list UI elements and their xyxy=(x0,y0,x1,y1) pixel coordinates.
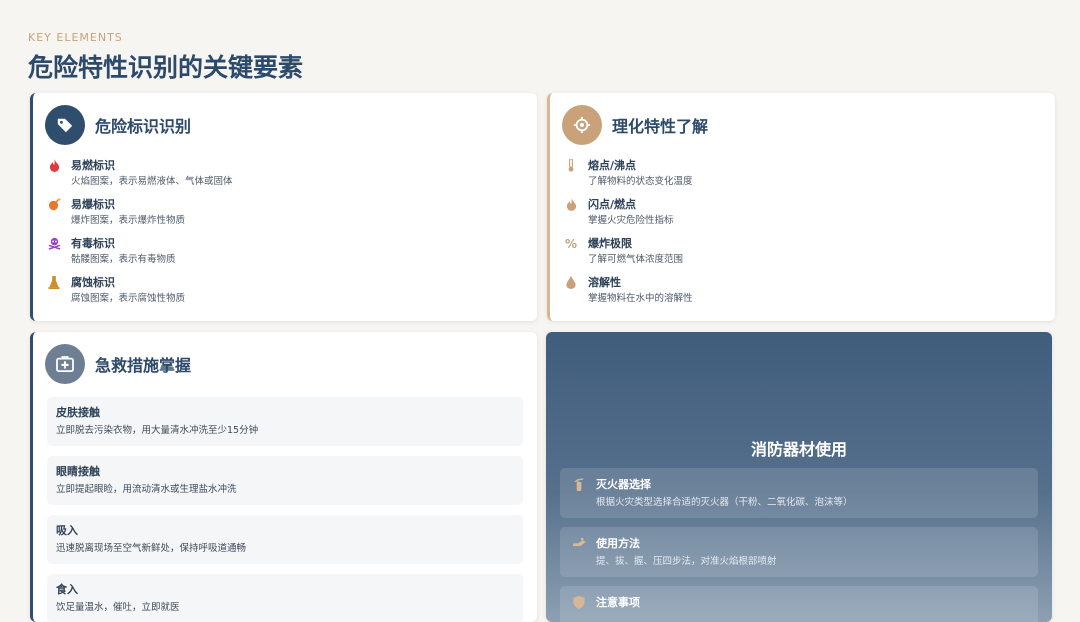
page-title: 危险特性识别的关键要素 xyxy=(28,53,304,82)
item-desc: 爆炸图案，表示爆炸性物质 xyxy=(71,215,186,226)
item-title: 皮肤接触 xyxy=(56,406,100,419)
flask-icon xyxy=(47,276,61,315)
tags-icon xyxy=(45,105,85,145)
item-desc: 根据火灾类型选择合适的灭火器（干粉、二氧化碳、泡沫等） xyxy=(596,497,853,508)
properties-header: 理化特性了解 xyxy=(562,105,708,145)
item-desc: 火焰图案，表示易燃液体、气体或固体 xyxy=(71,176,233,187)
item-title: 溶解性 xyxy=(588,276,621,289)
atom-icon xyxy=(562,105,602,145)
bomb-icon xyxy=(47,198,61,237)
droplet-icon xyxy=(564,276,578,315)
list-item: 腐蚀标识 腐蚀图案，表示腐蚀性物质 xyxy=(47,276,527,315)
item-desc: 腐蚀图案，表示腐蚀性物质 xyxy=(71,293,186,304)
skull-icon xyxy=(47,237,61,276)
item-title: 闪点/燃点 xyxy=(588,198,637,211)
fire-equipment-card: 消防器材使用 灭火器选择 根据火灾类型选择合适的灭火器（干粉、二氧化碳、泡沫等）… xyxy=(546,332,1052,622)
list-item: 易爆标识 爆炸图案，表示爆炸性物质 xyxy=(47,198,527,237)
flame-icon xyxy=(564,198,578,237)
first-aid-icon xyxy=(45,344,85,384)
list-item: 闪点/燃点 掌握火灾危险性指标 xyxy=(564,198,1045,237)
hand-icon xyxy=(572,537,586,577)
item-title: 熔点/沸点 xyxy=(588,159,637,172)
extinguisher-icon xyxy=(572,478,586,518)
properties-title: 理化特性了解 xyxy=(612,117,709,136)
item-desc: 掌握物料在水中的溶解性 xyxy=(588,293,693,304)
section-kicker: KEY ELEMENTS xyxy=(28,31,123,44)
item-desc: 立即脱去污染衣物，用大量清水冲洗至少15分钟 xyxy=(56,425,259,436)
item-title: 爆炸极限 xyxy=(588,237,632,250)
item-title: 易燃标识 xyxy=(71,159,115,172)
item-desc: 骷髅图案，表示有毒物质 xyxy=(71,254,176,265)
item-desc: 了解物料的状态变化温度 xyxy=(588,176,693,187)
list-item: 皮肤接触 立即脱去污染衣物，用大量清水冲洗至少15分钟 xyxy=(47,397,523,446)
list-item: 溶解性 掌握物料在水中的溶解性 xyxy=(564,276,1045,315)
list-item: 有毒标识 骷髅图案，表示有毒物质 xyxy=(47,237,527,276)
list-item: 使用方法 提、拔、握、压四步法，对准火焰根部喷射 xyxy=(560,527,1038,577)
hazard-labels-title: 危险标识识别 xyxy=(95,117,192,136)
thermometer-icon xyxy=(564,158,578,198)
properties-card: 理化特性了解 熔点/沸点 了解物料的状态变化温度 闪点/燃点 掌握火灾危险性指标… xyxy=(547,93,1055,321)
fire-equipment-title: 消防器材使用 xyxy=(750,440,847,459)
item-title: 眼睛接触 xyxy=(56,465,100,478)
hazard-labels-card: 危险标识识别 易燃标识 火焰图案，表示易燃液体、气体或固体 易爆标识 爆炸图案，… xyxy=(30,93,537,321)
first-aid-header: 急救措施掌握 xyxy=(45,344,191,384)
list-item: 易燃标识 火焰图案，表示易燃液体、气体或固体 xyxy=(47,159,527,198)
item-title: 易爆标识 xyxy=(71,198,115,211)
list-item: % 爆炸极限 了解可燃气体浓度范围 xyxy=(564,237,1045,276)
list-item: 眼睛接触 立即提起眼睑，用流动清水或生理盐水冲洗 xyxy=(47,456,523,505)
fire-icon xyxy=(47,159,61,198)
list-item: 熔点/沸点 了解物料的状态变化温度 xyxy=(564,158,1045,198)
hazard-labels-header: 危险标识识别 xyxy=(45,105,191,145)
item-title: 吸入 xyxy=(56,524,78,537)
item-desc: 立即提起眼睑，用流动清水或生理盐水冲洗 xyxy=(56,484,237,495)
item-title: 有毒标识 xyxy=(71,237,115,250)
first-aid-card: 急救措施掌握 皮肤接触 立即脱去污染衣物，用大量清水冲洗至少15分钟 眼睛接触 … xyxy=(30,332,537,622)
item-desc: 提、拔、握、压四步法，对准火焰根部喷射 xyxy=(596,556,777,567)
list-item: 吸入 迅速脱离现场至空气新鲜处，保持呼吸道通畅 xyxy=(47,515,523,564)
item-title: 腐蚀标识 xyxy=(71,276,115,289)
item-desc: 掌握火灾危险性指标 xyxy=(588,215,674,226)
percent-icon: % xyxy=(564,237,578,251)
list-item: 食入 饮足量温水，催吐，立即就医 xyxy=(47,574,523,622)
item-desc: 迅速脱离现场至空气新鲜处，保持呼吸道通畅 xyxy=(56,543,247,554)
item-desc: 饮足量温水，催吐，立即就医 xyxy=(56,602,180,613)
item-title: 使用方法 xyxy=(596,537,640,550)
item-desc: 了解可燃气体浓度范围 xyxy=(588,254,684,265)
list-item: 注意事项 xyxy=(560,586,1038,622)
item-title: 食入 xyxy=(56,583,78,596)
first-aid-title: 急救措施掌握 xyxy=(95,356,192,375)
list-item: 灭火器选择 根据火灾类型选择合适的灭火器（干粉、二氧化碳、泡沫等） xyxy=(560,468,1038,518)
item-title: 灭火器选择 xyxy=(596,478,651,491)
shield-icon xyxy=(572,596,586,622)
